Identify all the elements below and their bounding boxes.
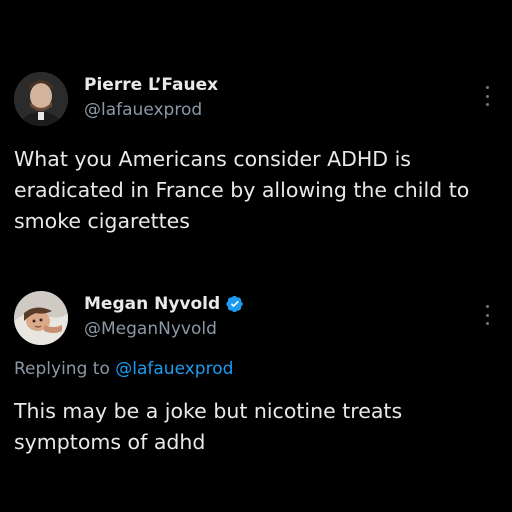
avatar-pierre[interactable] (14, 72, 68, 126)
author-name-row: Megan Nyvold (84, 294, 244, 314)
handle[interactable]: @lafauexprod (84, 100, 202, 120)
more-options-icon[interactable] (484, 305, 490, 325)
display-name[interactable]: Megan Nyvold (84, 294, 220, 314)
replying-to: Replying to @lafauexprod (14, 359, 233, 379)
author-name-row: Pierre L’Fauex (84, 75, 218, 95)
verified-badge-icon (226, 295, 243, 313)
tweet-text: This may be a joke but nicotine treats s… (14, 399, 403, 454)
avatar-megan[interactable] (14, 291, 68, 345)
replying-to-mention-link[interactable]: @lafauexprod (115, 359, 233, 379)
tweet-text: What you Americans consider ADHD is erad… (14, 147, 470, 233)
display-name[interactable]: Pierre L’Fauex (84, 75, 218, 95)
replying-to-label: Replying to (14, 359, 110, 379)
more-options-icon[interactable] (484, 86, 490, 106)
avatar-image (14, 72, 68, 126)
handle[interactable]: @MeganNyvold (84, 319, 217, 339)
avatar-image (14, 291, 68, 345)
